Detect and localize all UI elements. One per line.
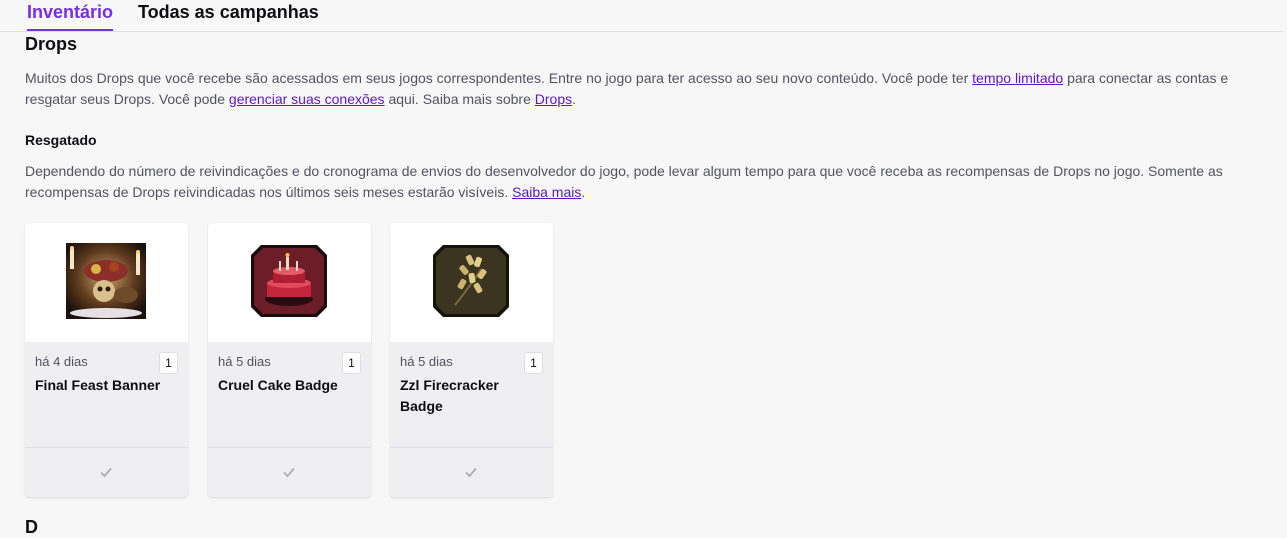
claimed-time: há 5 dias [400,354,453,369]
tab-inventory[interactable]: Inventário [27,1,114,31]
drop-card: há 5 dias 1 Cruel Cake Badge [208,223,371,497]
tab-bar: Inventário Todas as campanhas [0,0,1283,32]
tab-all-campaigns[interactable]: Todas as campanhas [138,1,319,29]
claimed-description: Dependendo do número de reivindicações e… [25,163,1223,200]
drop-image-area [390,223,553,342]
claimed-heading: Resgatado [25,132,97,148]
check-icon [100,467,112,478]
card-footer [208,447,371,497]
card-footer [390,447,553,497]
check-icon [465,467,477,478]
drop-card: há 5 dias 1 Zzl Firecracker Badge [390,223,553,497]
quantity-badge: 1 [342,352,361,374]
drop-card: há 4 dias 1 Final Feast Banner [25,223,188,497]
drops-heading: Drops [25,34,78,54]
cake-badge-icon [251,245,327,317]
banner-art-icon [66,243,146,319]
check-icon [283,467,295,478]
drops-learn-link[interactable]: Drops [535,91,572,107]
manage-connections-link[interactable]: gerenciar suas conexões [229,91,385,107]
quantity-badge: 1 [524,352,543,374]
drop-title: Zzl Firecracker Badge [400,377,499,414]
drop-image-area [208,223,371,342]
firecracker-badge-icon [433,245,509,317]
drop-title: Final Feast Banner [35,377,161,393]
time-limited-link[interactable]: tempo limitado [972,70,1063,86]
quantity-badge: 1 [159,352,178,374]
claimed-time: há 4 dias [35,354,88,369]
drop-image-area [25,223,188,342]
drops-intro-text: Muitos dos Drops que você recebe são ace… [25,70,1229,107]
drop-title: Cruel Cake Badge [218,377,338,393]
card-footer [25,447,188,497]
claimed-time: há 5 dias [218,354,271,369]
learn-more-link[interactable]: Saiba mais [512,184,581,200]
